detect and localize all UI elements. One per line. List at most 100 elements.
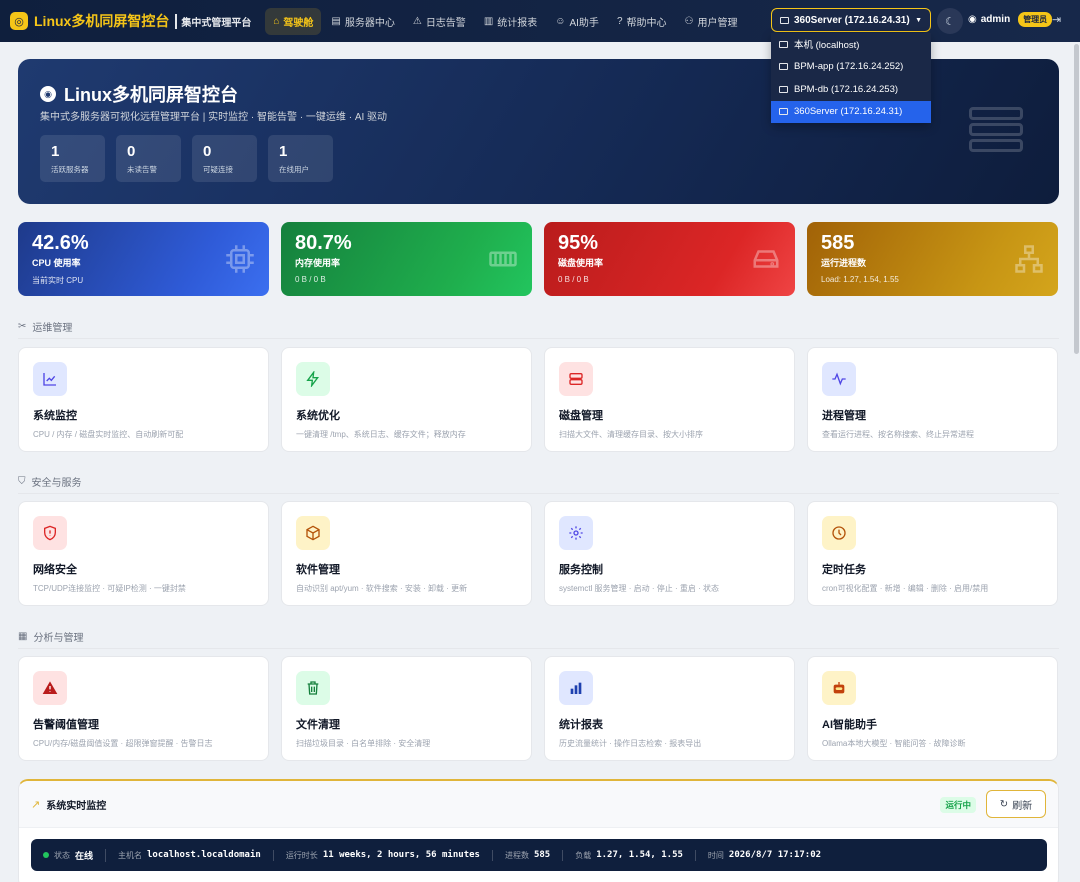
settings-icon	[559, 516, 593, 550]
server-option-label: 本机 (localhost)	[794, 40, 860, 52]
server-option-label: BPM-db (172.16.24.253)	[794, 83, 899, 95]
stat-unread-alerts: 0 未读告警	[116, 135, 181, 182]
stat-label: 活跃服务器	[51, 165, 89, 174]
metric-process-card[interactable]: 585 运行进程数 Load: 1.27, 1.54, 1.55	[807, 222, 1058, 296]
stat-suspicious-connections: 0 可疑连接	[192, 135, 257, 182]
package-icon	[296, 516, 330, 550]
nav-item-dashboard[interactable]: ⌂ 驾驶舱	[265, 7, 322, 35]
load-label: 负载	[575, 850, 592, 860]
card-scheduled-tasks[interactable]: 定时任务 cron可视化配置 · 新增 · 编辑 · 删除 · 启用/禁用	[807, 501, 1058, 606]
refresh-icon: ↻	[999, 798, 1009, 810]
nav-item-reports[interactable]: ▥ 统计报表	[476, 8, 545, 35]
hero-title: ◉ Linux多机同屏智控台	[40, 81, 238, 107]
card-disk-management[interactable]: 磁盘管理 扫描大文件、清理缓存目录、按大小排序	[544, 347, 795, 452]
realtime-monitor-panel: ↗ 系统实时监控 运行中 ↻ 刷新 状态 在线 主机名 localhost.lo…	[18, 779, 1059, 882]
status-value: 在线	[75, 851, 94, 862]
role-badge: 管理员	[1018, 12, 1053, 27]
uptime-item: 运行时长 11 weeks, 2 hours, 56 minutes	[286, 849, 493, 861]
section-ops-title: ✂ 运维管理	[18, 319, 72, 334]
card-alert-threshold[interactable]: 告警阈值管理 CPU/内存/磁盘阈值设置 · 超限弹窗提醒 · 告警日志	[18, 656, 269, 761]
hero-stats: 1 活跃服务器 0 未读告警 0 可疑连接 1 在线用户	[40, 135, 333, 182]
calendar-icon: ▦	[18, 631, 28, 642]
server-stack-icon	[969, 107, 1023, 153]
metric-disk-card[interactable]: 95% 磁盘使用率 0 B / 0 B	[544, 222, 795, 296]
stat-value: 0	[127, 143, 136, 160]
server-option[interactable]: BPM-app (172.16.24.252)	[771, 56, 931, 79]
nav-item-server-center[interactable]: ▤ 服务器中心	[323, 8, 402, 35]
metric-sub: 0 B / 0 B	[558, 275, 589, 284]
section-title-text: 运维管理	[32, 323, 73, 334]
page-scrollbar[interactable]	[1074, 44, 1079, 354]
caret-down-icon: ▼	[915, 16, 922, 24]
card-title: 统计报表	[559, 719, 603, 731]
card-system-monitor[interactable]: 系统监控 CPU / 内存 / 磁盘实时监控、自动刷新可配	[18, 347, 269, 452]
monitor-icon	[779, 63, 788, 71]
brand-subtitle: 集中式管理平台	[175, 13, 251, 29]
theme-toggle-button[interactable]: ☾	[937, 8, 963, 34]
uptime-value: 11 weeks, 2 hours, 56 minutes	[322, 850, 480, 860]
brand[interactable]: ◎ Linux多机同屏智控台 集中式管理平台	[10, 11, 251, 31]
activity-icon	[822, 362, 856, 396]
card-desc: TCP/UDP连接监控 · 可疑IP检测 · 一键封禁	[33, 584, 186, 593]
users-icon: ⚇	[684, 15, 694, 27]
username: admin	[980, 14, 1011, 25]
shield-icon	[33, 516, 67, 550]
server-option[interactable]: BPM-db (172.16.24.253)	[771, 78, 931, 101]
card-title: 软件管理	[296, 564, 340, 576]
server-select[interactable]: 360Server (172.16.24.31) ▼	[771, 8, 931, 32]
robot-icon: ☺	[555, 15, 566, 27]
section-divider	[18, 493, 1059, 494]
clock-icon	[822, 516, 856, 550]
server-option[interactable]: 本机 (localhost)	[771, 33, 931, 56]
card-file-cleanup[interactable]: 文件清理 扫描垃圾目录 · 白名单排除 · 安全清理	[281, 656, 532, 761]
shield-icon: ⛉	[18, 476, 26, 487]
online-dot-icon	[43, 852, 49, 858]
nav-item-label: 日志告警	[425, 17, 466, 29]
status-label: 状态	[54, 850, 70, 860]
card-service-control[interactable]: 服务控制 systemctl 服务管理 · 启动 · 停止 · 重启 · 状态	[544, 501, 795, 606]
nav-item-log-alerts[interactable]: ⚠ 日志告警	[405, 8, 474, 35]
server-option-label: 360Server (172.16.24.31)	[794, 106, 903, 118]
chart-line-icon	[33, 362, 67, 396]
nav-item-label: 统计报表	[497, 17, 538, 29]
metric-memory-card[interactable]: 80.7% 内存使用率 0 B / 0 B	[281, 222, 532, 296]
card-desc: CPU/内存/磁盘阈值设置 · 超限弹窗提醒 · 告警日志	[33, 739, 213, 748]
refresh-button[interactable]: ↻ 刷新	[986, 790, 1046, 818]
metric-value: 80.7%	[295, 232, 352, 254]
bar-chart-icon	[559, 671, 593, 705]
user-menu[interactable]: ◉ admin 管理员	[968, 12, 1053, 27]
nav-item-user-management[interactable]: ⚇ 用户管理	[677, 8, 746, 35]
time-item: 时间 2026/8/7 17:17:02	[708, 850, 833, 861]
card-title: 文件清理	[296, 719, 340, 731]
card-process-management[interactable]: 进程管理 查看运行进程、按名称搜索、终止异常进程	[807, 347, 1058, 452]
metric-label: 内存使用率	[295, 258, 341, 268]
card-title: 系统监控	[33, 410, 77, 422]
nav-item-help[interactable]: ? 帮助中心	[609, 8, 675, 35]
hostname-label: 主机名	[118, 850, 143, 860]
card-ai-assistant[interactable]: AI智能助手 Ollama本地大模型 · 智能问答 · 故障诊断	[807, 656, 1058, 761]
hostname-item: 主机名 localhost.localdomain	[118, 849, 274, 861]
load-item: 负载 1.27, 1.54, 1.55	[575, 849, 696, 861]
nav-item-ai-assistant[interactable]: ☺ AI助手	[547, 8, 607, 35]
robot-icon	[822, 671, 856, 705]
time-value: 2026/8/7 17:17:02	[728, 850, 822, 860]
refresh-label: 刷新	[1012, 800, 1033, 812]
card-system-optimize[interactable]: 系统优化 一键清理 /tmp、系统日志、缓存文件；释放内存	[281, 347, 532, 452]
logout-icon: ⇥	[1052, 14, 1062, 26]
logout-button[interactable]: ⇥	[1052, 13, 1061, 26]
card-title: AI智能助手	[822, 719, 877, 731]
metric-label: CPU 使用率	[32, 258, 81, 268]
server-option-selected[interactable]: 360Server (172.16.24.31)	[771, 100, 931, 123]
monitor-icon	[780, 16, 789, 24]
metric-value: 42.6%	[32, 232, 89, 254]
card-statistics-report[interactable]: 统计报表 历史流量统计 · 操作日志检索 · 报表导出	[544, 656, 795, 761]
moon-icon: ☾	[945, 15, 955, 28]
section-divider	[18, 648, 1059, 649]
metric-cpu-card[interactable]: 42.6% CPU 使用率 当前实时 CPU	[18, 222, 269, 296]
hero-title-text: Linux多机同屏智控台	[64, 85, 238, 105]
brand-chip-icon: ◎	[10, 12, 28, 30]
section-divider	[18, 338, 1059, 339]
card-software-management[interactable]: 软件管理 自动识别 apt/yum · 软件搜索 · 安装 · 卸载 · 更新	[281, 501, 532, 606]
card-network-security[interactable]: 网络安全 TCP/UDP连接监控 · 可疑IP检测 · 一键封禁	[18, 501, 269, 606]
metric-value: 585	[821, 232, 855, 254]
